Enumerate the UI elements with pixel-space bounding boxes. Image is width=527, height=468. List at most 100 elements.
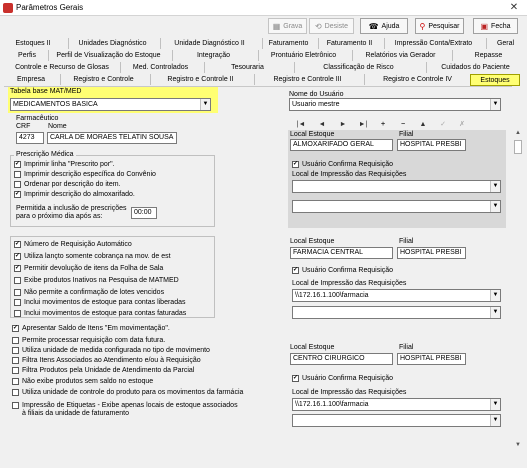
filial-field[interactable]: HOSPITAL PRESBI bbox=[397, 247, 466, 259]
chevron-down-icon[interactable]: ▼ bbox=[490, 290, 500, 301]
req-check-5[interactable]: Inclui movimentos de estoque para contas… bbox=[14, 298, 185, 307]
print-select-1[interactable]: \\172.16.1.100\farmacia ▼ bbox=[292, 398, 501, 411]
filial-field[interactable]: HOSPITAL PRESBI bbox=[397, 139, 466, 151]
tab-registro-controle-iii[interactable]: Registro e Controle III bbox=[254, 74, 360, 85]
usuario-select[interactable]: Usuario mestre ▼ bbox=[289, 98, 501, 111]
print-select-2[interactable]: ▼ bbox=[292, 414, 501, 427]
tab-cuidados-paciente[interactable]: Cuidados do Paciente bbox=[426, 62, 524, 73]
etiquetas-check[interactable]: Impressão de Etiquetas - Exibe apenas lo… bbox=[12, 401, 238, 410]
print-select-1[interactable]: \\172.16.1.100\farmacia ▼ bbox=[292, 289, 501, 302]
presc-check-3[interactable]: ✓ Imprimir descrição do almoxarifado. bbox=[14, 190, 135, 199]
misc-check-5[interactable]: Não exibe produtos sem saldo no estoque bbox=[12, 377, 153, 386]
tab-controle-glosas[interactable]: Controle e Recurso de Glosas bbox=[8, 62, 116, 73]
tab-geral[interactable]: Geral bbox=[486, 38, 524, 49]
first-record-icon[interactable]: |◄ bbox=[294, 120, 308, 130]
tab-perfil-visualizacao[interactable]: Perfil de Visualização do Estoque bbox=[48, 50, 168, 61]
checkbox[interactable]: ✓ bbox=[14, 161, 21, 168]
usuario-confirma-check[interactable]: ✓ Usuário Confirma Requisição bbox=[292, 374, 393, 383]
checkbox[interactable] bbox=[12, 367, 19, 374]
print-select-2[interactable]: ▼ bbox=[292, 306, 501, 319]
edit-record-icon[interactable]: ▲ bbox=[416, 120, 430, 130]
close-icon[interactable]: ✕ bbox=[506, 1, 522, 14]
usuario-confirma-check[interactable]: ✓ Usuário Confirma Requisição bbox=[292, 266, 393, 275]
checkbox[interactable]: ✓ bbox=[14, 265, 21, 272]
chevron-down-icon[interactable]: ▼ bbox=[490, 307, 500, 318]
checkbox[interactable]: ✓ bbox=[12, 325, 19, 332]
pesquisar-button[interactable]: ⚲ Pesquisar bbox=[415, 18, 464, 34]
usuario-confirma-check[interactable]: ✓ Usuário Confirma Requisição bbox=[292, 160, 393, 169]
checkbox[interactable] bbox=[14, 277, 21, 284]
tab-unidades-diagnostico[interactable]: Unidades Diagnóstico bbox=[68, 38, 156, 49]
tab-tesouraria[interactable]: Tesouraria bbox=[204, 62, 290, 73]
checkbox[interactable] bbox=[12, 347, 19, 354]
checkbox[interactable] bbox=[12, 378, 19, 385]
post-record-icon[interactable]: ✓ bbox=[436, 120, 450, 130]
tab-faturamento-ii[interactable]: Faturamento II bbox=[318, 38, 380, 49]
misc-check-0[interactable]: ✓ Apresentar Saldo de Itens "Em movimenta… bbox=[12, 324, 170, 333]
req-check-4[interactable]: Não permite a confirmação de lotes venci… bbox=[14, 288, 164, 297]
next-record-icon[interactable]: ► bbox=[336, 120, 350, 130]
vertical-scrollbar[interactable]: ▲ ▼ bbox=[513, 130, 523, 468]
req-check-6[interactable]: Inclui movimentos de estoque para contas… bbox=[14, 309, 186, 318]
tab-repasse[interactable]: Repasse bbox=[452, 50, 524, 61]
permitida-time-field[interactable]: 00:00 bbox=[131, 207, 157, 219]
tab-impressao-conta[interactable]: Impressão Conta/Extrato bbox=[384, 38, 482, 49]
misc-check-3[interactable]: Filtra Itens Associados ao Atendimento e… bbox=[12, 356, 201, 365]
checkbox[interactable] bbox=[12, 337, 19, 344]
add-record-icon[interactable]: + bbox=[376, 120, 390, 130]
checkbox[interactable] bbox=[14, 171, 21, 178]
local-estoque-field[interactable]: FARMACIA CENTRAL bbox=[290, 247, 393, 259]
chevron-down-icon[interactable]: ▼ bbox=[200, 99, 210, 110]
tab-classificacao-risco[interactable]: Classificação de Risco bbox=[294, 62, 422, 73]
tab-unidade-diagnostico-ii[interactable]: Unidade Diagnóstico II bbox=[160, 38, 258, 49]
desiste-button[interactable]: ⟲ Desiste bbox=[309, 18, 354, 34]
misc-check-4[interactable]: Filtra Produtos pela Unidade de Atendime… bbox=[12, 366, 194, 375]
tab-faturamento[interactable]: Faturamento bbox=[262, 38, 314, 49]
checkbox[interactable] bbox=[12, 402, 19, 409]
checkbox[interactable] bbox=[12, 389, 19, 396]
delete-record-icon[interactable]: − bbox=[396, 120, 410, 130]
scroll-down-icon[interactable]: ▼ bbox=[513, 442, 523, 450]
misc-check-1[interactable]: Permite processar requisição com data fu… bbox=[12, 336, 165, 345]
tab-integracao[interactable]: Integração bbox=[172, 50, 254, 61]
req-check-0[interactable]: ✓ Número de Requisição Automático bbox=[14, 240, 132, 249]
presc-check-2[interactable]: Ordenar por descrição do item. bbox=[14, 180, 121, 189]
req-check-2[interactable]: ✓ Permitir devolução de itens da Folha de… bbox=[14, 264, 163, 273]
checkbox[interactable] bbox=[14, 181, 21, 188]
tabela-base-select[interactable]: MEDICAMENTOS BASICA ▼ bbox=[10, 98, 211, 111]
tab-registro-controle-ii[interactable]: Registro e Controle II bbox=[150, 74, 250, 85]
scroll-thumb[interactable] bbox=[514, 140, 522, 154]
presc-check-0[interactable]: ✓ Imprimir linha "Prescrito por". bbox=[14, 160, 115, 169]
filial-field[interactable]: HOSPITAL PRESBI bbox=[397, 353, 466, 365]
chevron-down-icon[interactable]: ▼ bbox=[490, 201, 500, 212]
checkbox[interactable] bbox=[12, 357, 19, 364]
prior-record-icon[interactable]: ◄ bbox=[315, 120, 329, 130]
checkbox[interactable]: ✓ bbox=[292, 267, 299, 274]
tab-med-controlados[interactable]: Med. Controlados bbox=[120, 62, 200, 73]
tab-prontuario[interactable]: Prontuário Eletrônico bbox=[258, 50, 348, 61]
tab-relatorios[interactable]: Relatórios via Gerador bbox=[352, 50, 448, 61]
local-estoque-field[interactable]: CENTRO CIRURGICO bbox=[290, 353, 393, 365]
checkbox[interactable]: ✓ bbox=[292, 161, 299, 168]
chevron-down-icon[interactable]: ▼ bbox=[490, 399, 500, 410]
fecha-button[interactable]: ▣ Fecha bbox=[473, 18, 518, 34]
local-estoque-field[interactable]: ALMOXARIFADO GERAL bbox=[290, 139, 393, 151]
tab-registro-controle-iv[interactable]: Registro e Controle IV bbox=[364, 74, 470, 85]
checkbox[interactable] bbox=[14, 310, 21, 317]
req-check-1[interactable]: ✓ Utiliza lançto somente cobrança na mov.… bbox=[14, 252, 171, 261]
misc-check-2[interactable]: Utiliza unidade de medida configurada no… bbox=[12, 346, 210, 355]
crf-field[interactable]: 4273 bbox=[16, 132, 44, 144]
chevron-down-icon[interactable]: ▼ bbox=[490, 415, 500, 426]
chevron-down-icon[interactable]: ▼ bbox=[490, 181, 500, 192]
misc-check-6[interactable]: Utiliza unidade de controle do produto p… bbox=[12, 388, 243, 397]
last-record-icon[interactable]: ►| bbox=[356, 120, 370, 130]
presc-check-1[interactable]: Imprimir descrição específica do Convêni… bbox=[14, 170, 156, 179]
checkbox[interactable]: ✓ bbox=[292, 375, 299, 382]
tab-empresa[interactable]: Empresa bbox=[6, 74, 56, 85]
ajuda-button[interactable]: ☎ Ajuda bbox=[360, 18, 408, 34]
scroll-up-icon[interactable]: ▲ bbox=[513, 130, 523, 138]
grava-button[interactable]: ▦ Grava bbox=[268, 18, 307, 34]
tab-perfis[interactable]: Perfis bbox=[10, 50, 44, 61]
checkbox[interactable]: ✓ bbox=[14, 241, 21, 248]
checkbox[interactable] bbox=[14, 289, 21, 296]
